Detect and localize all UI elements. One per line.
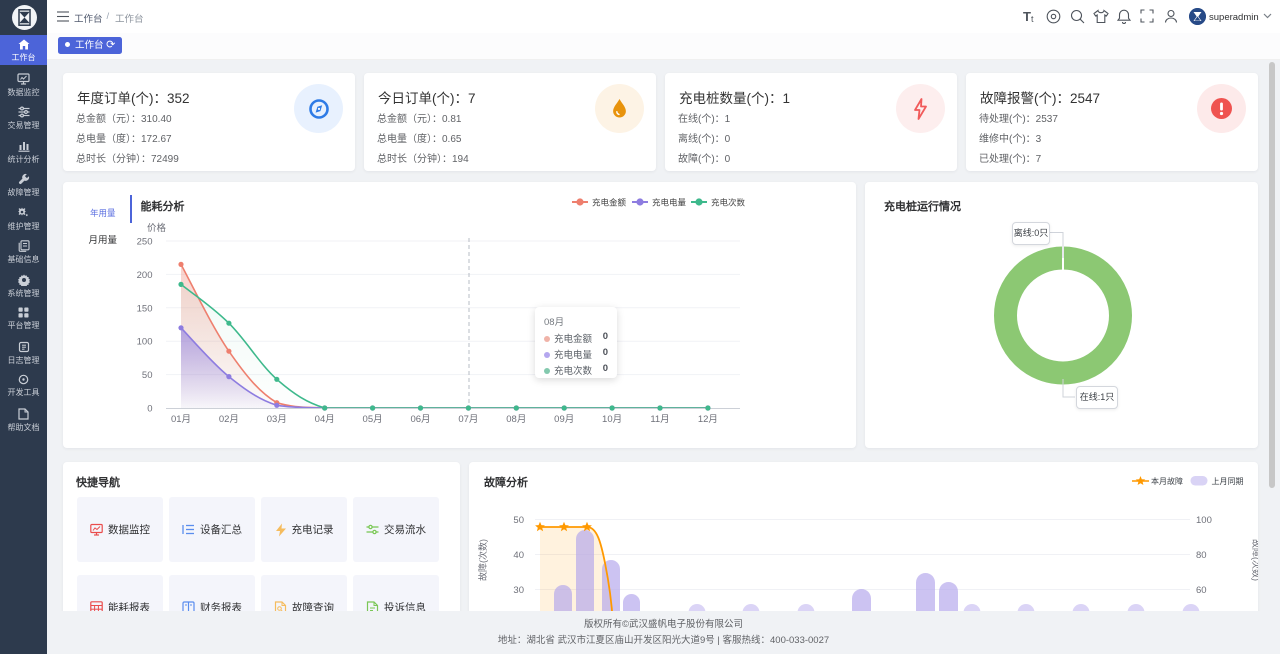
svg-text:12月: 12月: [698, 414, 718, 425]
svg-text:100: 100: [137, 337, 153, 348]
svg-text:充电金额: 充电金额: [592, 198, 627, 208]
svg-text:200: 200: [137, 270, 153, 281]
svg-text:04月: 04月: [315, 414, 335, 425]
svg-text:06月: 06月: [410, 414, 430, 425]
svg-text:03月: 03月: [267, 414, 287, 425]
svg-text:T: T: [1023, 9, 1031, 24]
svg-text:上月同期: 上月同期: [1212, 477, 1244, 486]
svg-text:故障(次数): 故障(次数): [477, 539, 488, 581]
svg-text:充电电量: 充电电量: [652, 198, 687, 208]
svg-text:02月: 02月: [219, 414, 239, 425]
svg-text:11月: 11月: [650, 414, 669, 425]
svg-text:30: 30: [513, 585, 524, 596]
svg-text:50: 50: [142, 370, 153, 381]
svg-text:0: 0: [147, 404, 152, 415]
svg-text:250: 250: [137, 237, 153, 248]
svg-text:07月: 07月: [458, 414, 478, 425]
svg-text:60: 60: [1196, 585, 1207, 596]
svg-text:t: t: [1031, 14, 1034, 24]
svg-text:10月: 10月: [602, 414, 622, 425]
svg-text:40: 40: [513, 550, 524, 561]
svg-text:01月: 01月: [171, 414, 191, 425]
svg-text:100: 100: [1196, 515, 1212, 526]
svg-text:价格: 价格: [147, 222, 167, 234]
svg-text:80: 80: [1196, 550, 1207, 561]
svg-text:05月: 05月: [363, 414, 383, 425]
svg-text:08月: 08月: [506, 414, 526, 425]
svg-text:充电次数: 充电次数: [711, 198, 746, 208]
svg-text:故障(次数): 故障(次数): [1251, 539, 1258, 581]
svg-text:150: 150: [137, 303, 153, 314]
svg-text:本月故障: 本月故障: [1151, 476, 1183, 486]
svg-text:50: 50: [513, 515, 524, 526]
svg-text:09月: 09月: [554, 414, 574, 425]
